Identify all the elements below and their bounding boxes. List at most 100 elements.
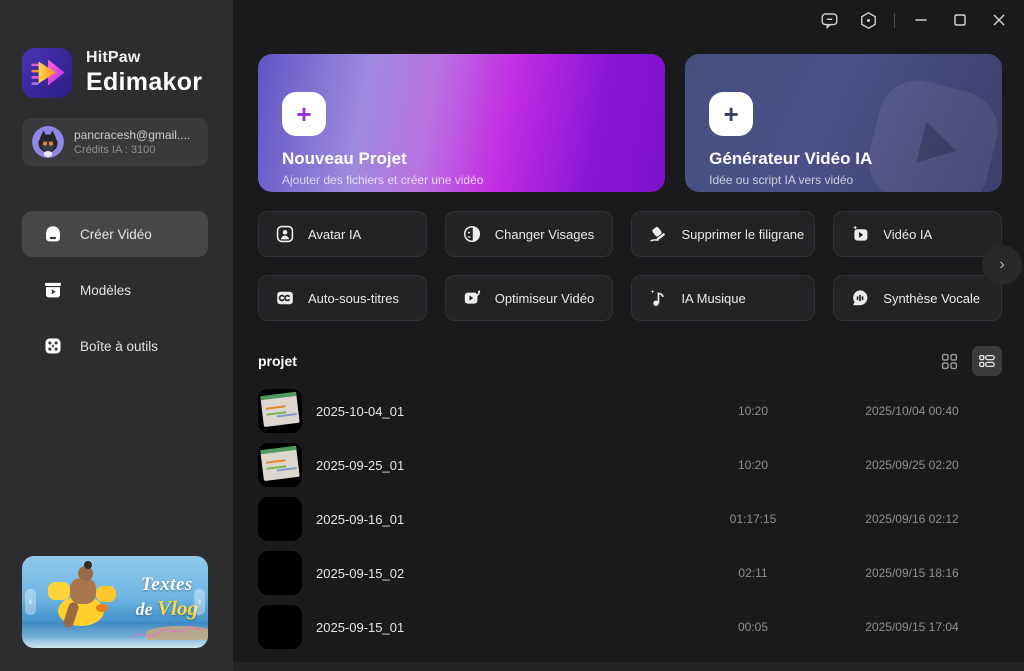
project-modified: 2025/09/16 02:12 [822,512,1002,526]
video-ia-button[interactable]: Vidéo IA [833,211,1002,257]
list-bottom-edge [233,662,1024,671]
plus-icon: + [282,92,326,136]
create-video-icon [42,223,64,245]
projects-header: projet [258,346,1002,376]
avatar-icon [275,224,295,244]
project-name: 2025-09-16_01 [316,512,684,527]
list-view-icon[interactable] [972,346,1002,376]
sidebar-item-label: Créer Vidéo [80,227,152,242]
promo-duck-beak-art [96,604,108,612]
project-name: 2025-09-15_02 [316,566,684,581]
feature-label: Vidéo IA [883,227,932,242]
plus-icon: + [709,92,753,136]
voice-synthesis-button[interactable]: Synthèse Vocale [833,275,1002,321]
sidebar-item-label: Boîte à outils [80,339,158,354]
sidebar-item-create-video[interactable]: Créer Vidéo [22,211,208,257]
project-row[interactable]: 2025-09-16_01 01:17:15 2025/09/16 02:12 [258,492,1002,546]
sidebar: HitPaw Edimakor pancracesh@gmail.... Cré… [0,0,233,671]
video-enhance-icon [462,288,482,308]
promo-float-art [48,582,70,600]
project-row[interactable]: 2025-09-15_02 02:11 2025/09/15 18:16 [258,546,1002,600]
toolbox-icon [42,335,64,357]
project-row[interactable]: 2025-10-04_01 10:20 2025/10/04 00:40 [258,384,1002,438]
close-icon[interactable] [984,8,1014,32]
feature-label: Supprimer le filigrane [681,227,804,242]
feature-label: Changer Visages [495,227,595,242]
auto-subtitles-button[interactable]: Auto-sous-titres [258,275,427,321]
promo-squiggle-art [130,622,202,644]
voice-synthesis-icon [850,288,870,308]
project-duration: 00:05 [698,620,808,634]
feedback-icon[interactable] [814,8,844,32]
feature-label: Synthèse Vocale [883,291,980,306]
promo-child-art [70,578,96,604]
project-thumbnail [258,389,302,433]
face-swap-icon [462,224,482,244]
project-row[interactable]: 2025-09-25_01 10:20 2025/09/25 02:20 [258,438,1002,492]
subtitles-icon [275,288,295,308]
project-modified: 2025/09/15 17:04 [822,620,1002,634]
project-duration: 01:17:15 [698,512,808,526]
chevron-right-icon: › [999,256,1004,274]
ai-video-generator-card[interactable]: + Générateur Vidéo IA Idée ou script IA … [685,54,1002,192]
sidebar-item-templates[interactable]: Modèles [22,267,208,313]
avatar-ia-button[interactable]: Avatar IA [258,211,427,257]
maximize-icon[interactable] [945,8,975,32]
project-modified: 2025/10/04 00:40 [822,404,1002,418]
feature-label: IA Musique [681,291,745,306]
project-modified: 2025/09/25 02:20 [822,458,1002,472]
new-project-title: Nouveau Projet [282,149,641,169]
project-name: 2025-09-15_01 [316,620,684,635]
app-title: HitPaw Edimakor [86,49,202,97]
user-avatar [32,126,64,158]
projects-title: projet [258,353,297,369]
minimize-icon[interactable] [906,8,936,32]
promo-prev-arrow[interactable]: ‹ [25,589,36,615]
promo-next-arrow[interactable]: › [194,589,205,615]
user-account-card[interactable]: pancracesh@gmail.... Crédits IA : 3100 [22,118,208,166]
user-info: pancracesh@gmail.... Crédits IA : 3100 [74,128,190,156]
projects-section: projet [258,346,1002,654]
project-thumbnail [258,605,302,649]
ia-music-button[interactable]: IA Musique [631,275,815,321]
project-duration: 10:20 [698,404,808,418]
new-project-card[interactable]: + Nouveau Projet Ajouter des fichiers et… [258,54,665,192]
brand-line: HitPaw [86,49,202,67]
app-window: HitPaw Edimakor pancracesh@gmail.... Cré… [0,0,1024,671]
project-modified: 2025/09/15 18:16 [822,566,1002,580]
user-email: pancracesh@gmail.... [74,128,190,142]
face-swap-button[interactable]: Changer Visages [445,211,614,257]
project-list: 2025-10-04_01 10:20 2025/10/04 00:40 202… [258,384,1002,654]
settings-hexagon-icon[interactable] [853,8,883,32]
promo-caption-line2: de Vlog [136,596,198,620]
grid-view-icon[interactable] [934,346,964,376]
project-duration: 10:20 [698,458,808,472]
project-name: 2025-10-04_01 [316,404,684,419]
main-content: + Nouveau Projet Ajouter des fichiers et… [233,0,1024,671]
project-thumbnail [258,497,302,541]
sidebar-item-toolbox[interactable]: Boîte à outils [22,323,208,369]
project-row[interactable]: 2025-09-15_01 00:05 2025/09/15 17:04 [258,600,1002,654]
titlebar-divider [894,13,895,28]
user-credits: Crédits IA : 3100 [74,144,190,156]
feature-label: Auto-sous-titres [308,291,399,306]
sidebar-item-label: Modèles [80,283,131,298]
project-name: 2025-09-25_01 [316,458,684,473]
templates-icon [42,279,64,301]
video-enhance-button[interactable]: Optimiseur Vidéo [445,275,614,321]
promo-caption-prefix: de [136,599,153,619]
watermark-remove-icon [648,224,668,244]
project-duration: 02:11 [698,566,808,580]
promo-caption: Textes de Vlog [136,574,198,620]
sidebar-nav: Créer Vidéo Modèles B [22,211,208,379]
titlebar-controls [814,8,1014,32]
promo-banner[interactable]: Textes de Vlog ‹ › [22,556,208,648]
promo-child-bun-art [84,561,92,569]
hero-cards: + Nouveau Projet Ajouter des fichiers et… [258,54,1002,192]
promo-caption-line1: Textes [136,574,198,596]
promo-float-art [96,586,116,602]
view-toggles [934,346,1002,376]
features-next-chevron[interactable]: › [982,245,1022,285]
watermark-remove-button[interactable]: Supprimer le filigrane [631,211,815,257]
project-thumbnail [258,551,302,595]
